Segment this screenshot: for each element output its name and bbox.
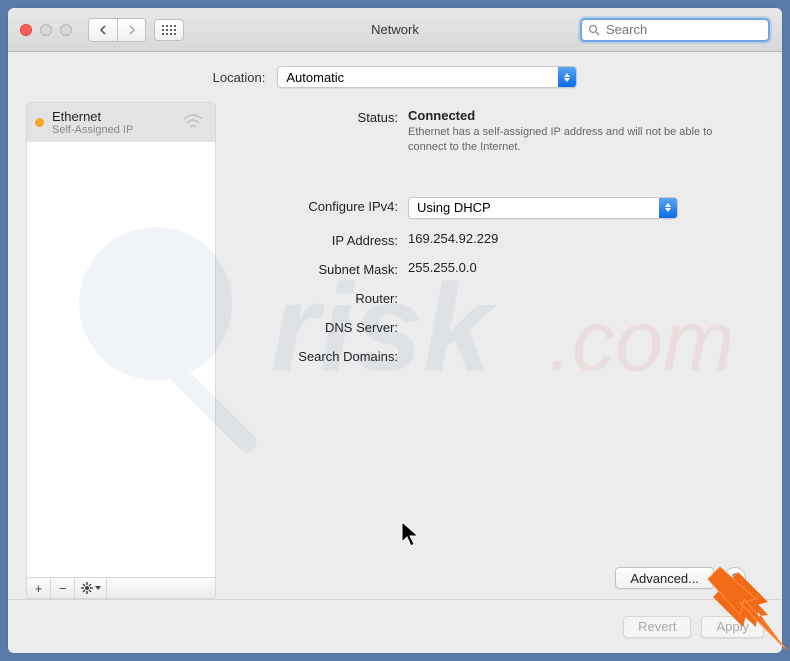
location-label: Location: (213, 70, 266, 85)
chevron-down-icon (95, 586, 101, 590)
ip-value: 169.254.92.229 (408, 231, 758, 246)
sidebar-item-ethernet[interactable]: Ethernet Self-Assigned IP (27, 103, 215, 142)
interface-list[interactable]: Ethernet Self-Assigned IP (26, 102, 216, 577)
chevron-left-icon (99, 25, 107, 35)
remove-interface-button[interactable]: − (51, 578, 75, 598)
status-message: Ethernet has a self-assigned IP address … (408, 125, 718, 155)
gear-icon (81, 582, 93, 594)
show-all-button[interactable] (154, 19, 184, 41)
footer: Revert Apply (8, 599, 782, 653)
sidebar: Ethernet Self-Assigned IP + − (26, 102, 216, 599)
advanced-row: Advanced... ? (615, 567, 746, 589)
grid-icon (162, 25, 176, 35)
subnet-label: Subnet Mask: (232, 260, 400, 277)
traffic-lights (20, 24, 72, 36)
chevron-right-icon (128, 25, 136, 35)
content-area: Location: Automatic Ethernet Self-Assign… (8, 52, 782, 599)
detail-form: Status: Connected Ethernet has a self-as… (232, 108, 758, 364)
configure-label: Configure IPv4: (232, 197, 400, 214)
titlebar: Network (8, 8, 782, 52)
detail-panel: Status: Connected Ethernet has a self-as… (230, 102, 764, 599)
dns-label: DNS Server: (232, 318, 400, 335)
sidebar-gear-button[interactable] (75, 578, 107, 598)
zoom-icon (60, 24, 72, 36)
forward-button[interactable] (117, 19, 145, 41)
configure-select[interactable]: Using DHCP (408, 197, 678, 219)
ip-label: IP Address: (232, 231, 400, 248)
main-row: Ethernet Self-Assigned IP + − (26, 102, 764, 599)
advanced-button[interactable]: Advanced... (615, 567, 714, 589)
status-value-wrap: Connected Ethernet has a self-assigned I… (408, 108, 758, 155)
sidebar-toolbar: + − (26, 577, 216, 599)
sidebar-item-label: Ethernet Self-Assigned IP (52, 109, 171, 136)
location-select[interactable]: Automatic (277, 66, 577, 88)
apply-button: Apply (701, 616, 764, 638)
status-label: Status: (232, 108, 400, 125)
configure-value: Using DHCP (417, 200, 491, 215)
network-prefs-window: Network Location: Automatic (8, 8, 782, 653)
subnet-value: 255.255.0.0 (408, 260, 758, 275)
select-arrows-icon (659, 198, 677, 218)
location-row: Location: Automatic (26, 66, 764, 88)
search-icon (588, 24, 600, 36)
search-field-wrap[interactable] (580, 18, 770, 42)
add-interface-button[interactable]: + (27, 578, 51, 598)
revert-button: Revert (623, 616, 691, 638)
ethernet-icon (179, 110, 207, 135)
nav-buttons (88, 18, 146, 42)
search-input[interactable] (606, 22, 762, 37)
back-button[interactable] (89, 19, 117, 41)
status-dot-icon (35, 118, 44, 127)
router-label: Router: (232, 289, 400, 306)
window-title: Network (371, 22, 419, 37)
status-value: Connected (408, 108, 758, 123)
searchdomains-label: Search Domains: (232, 347, 400, 364)
help-button[interactable]: ? (724, 567, 746, 589)
location-value: Automatic (286, 70, 344, 85)
select-arrows-icon (558, 67, 576, 87)
minimize-icon (40, 24, 52, 36)
close-icon[interactable] (20, 24, 32, 36)
